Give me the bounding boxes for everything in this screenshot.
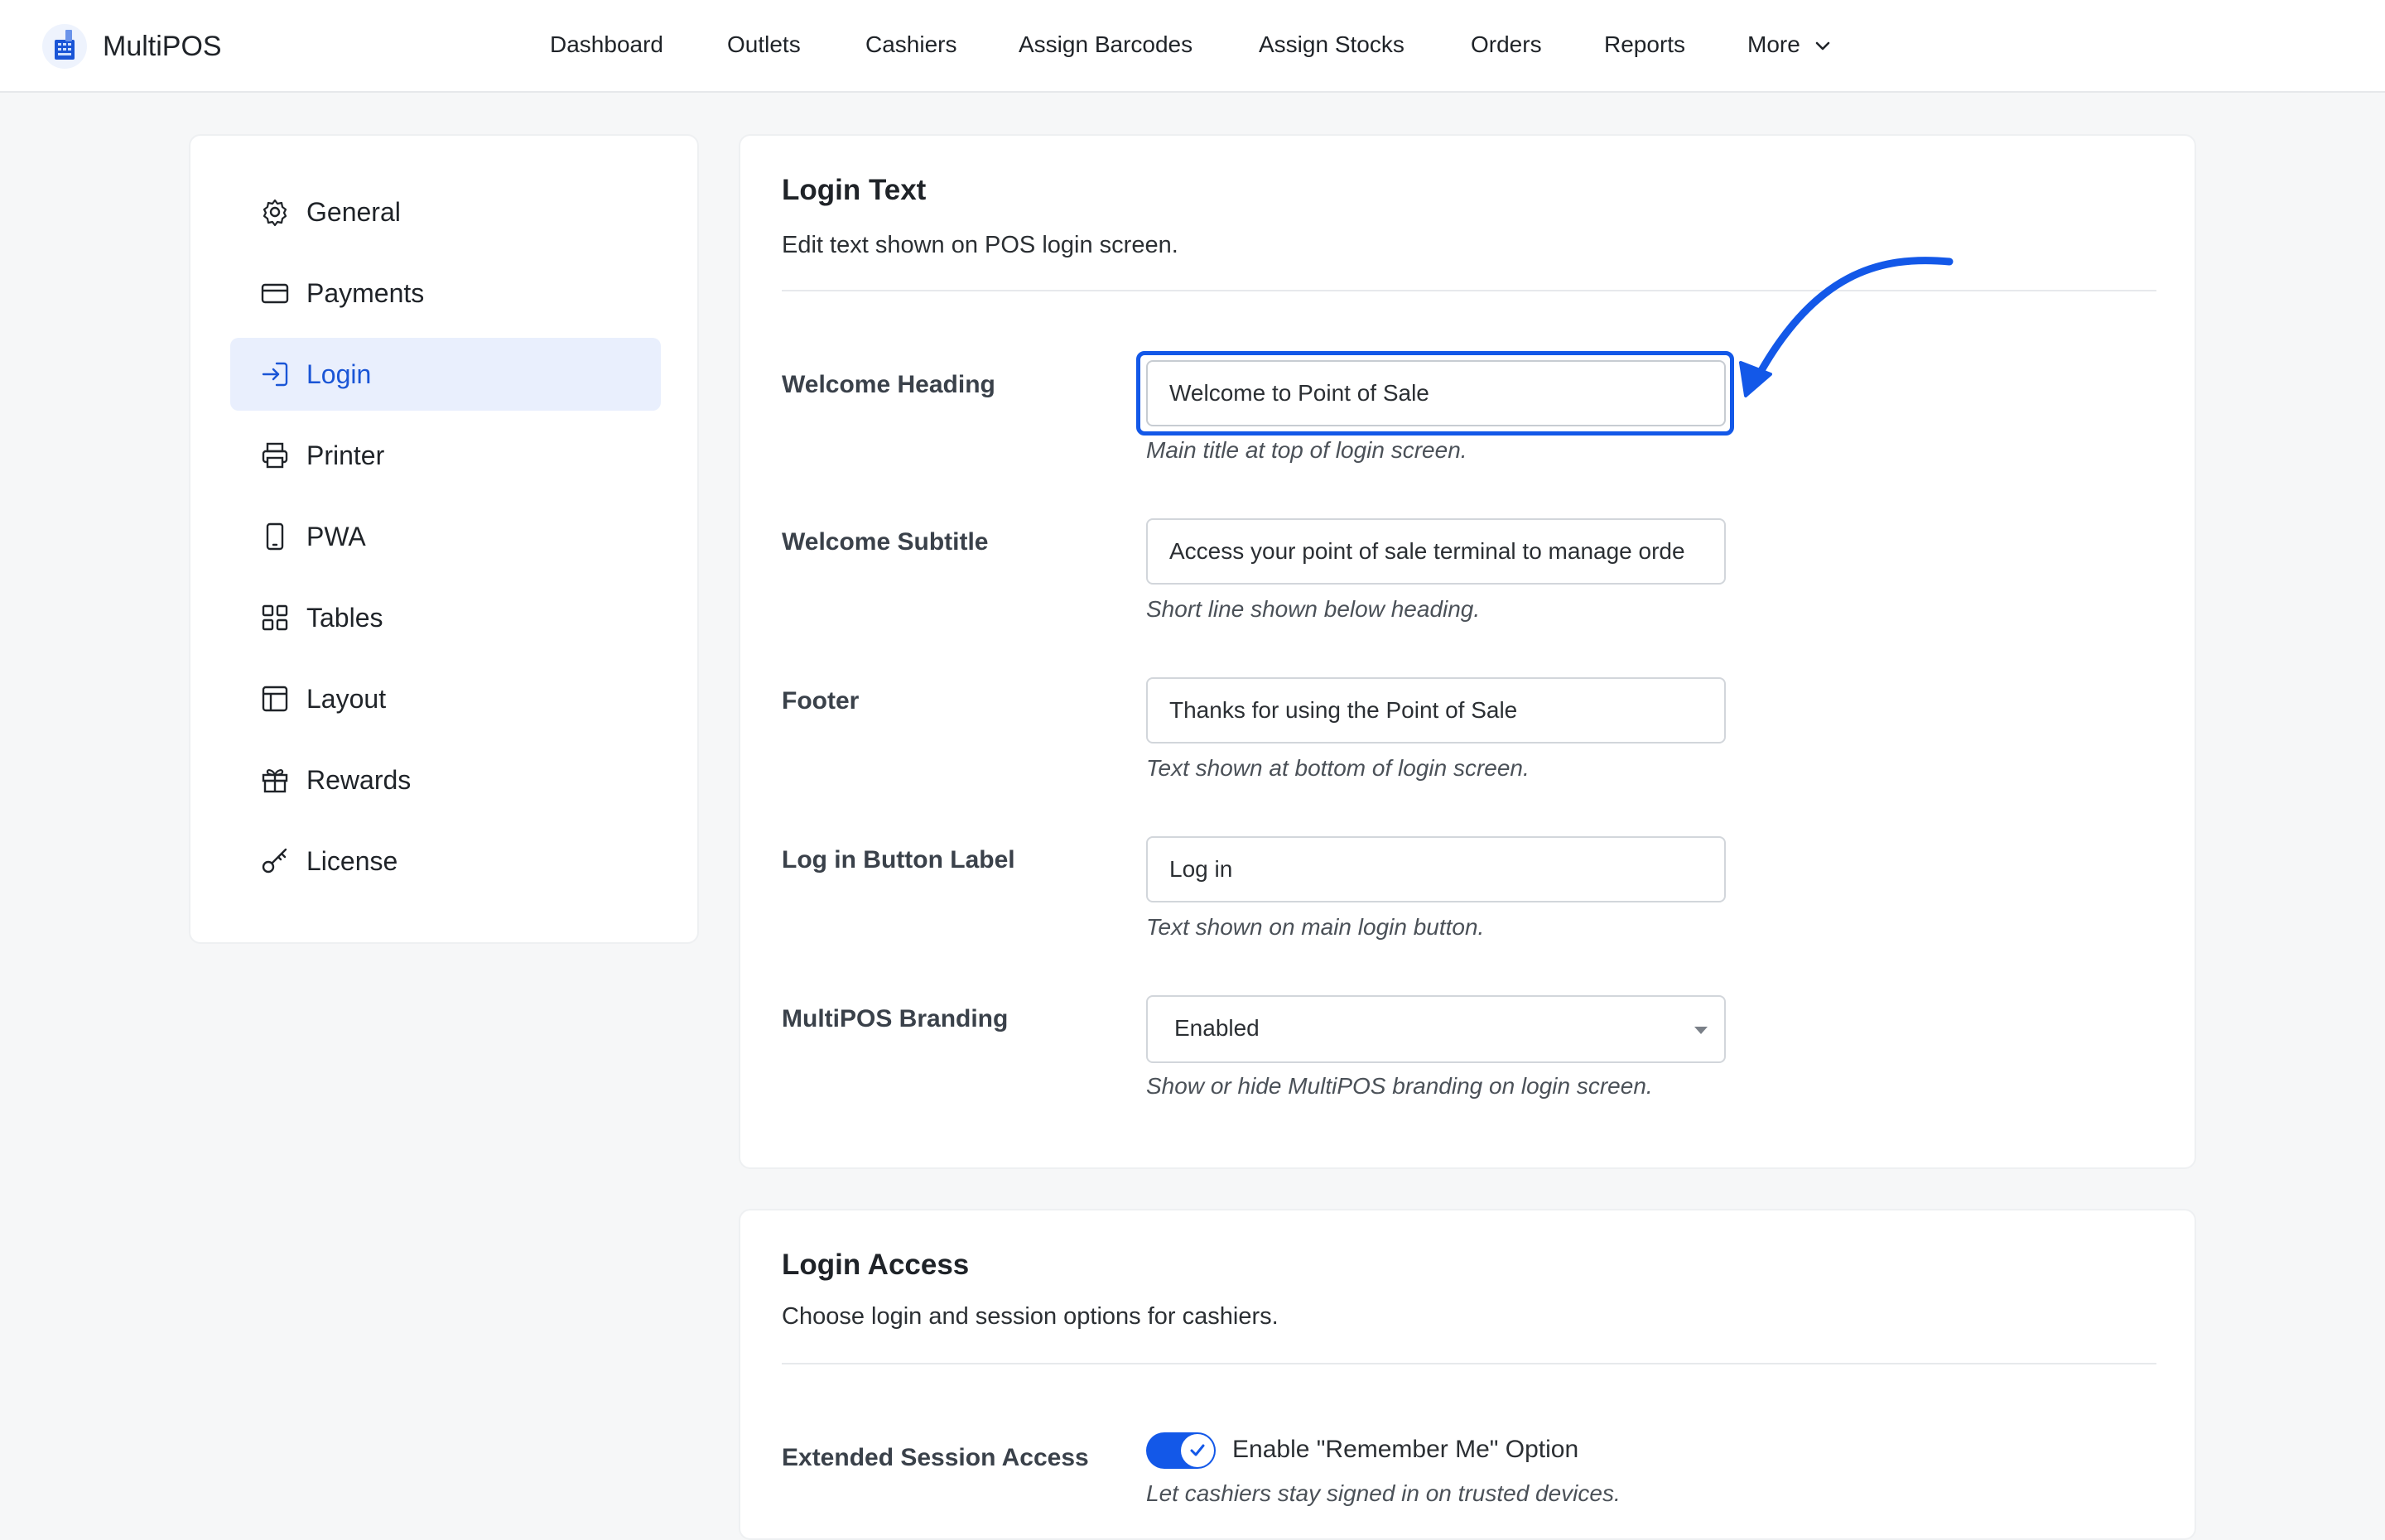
sidebar-item-label: Printer xyxy=(306,440,385,470)
sidebar-item-label: Tables xyxy=(306,602,383,633)
branding-label: MultiPOS Branding xyxy=(782,1005,1009,1032)
sidebar-item-login[interactable]: Login xyxy=(230,338,661,411)
login-access-card: Login Access Choose login and session op… xyxy=(739,1209,2196,1540)
sidebar-item-pwa[interactable]: PWA xyxy=(230,500,661,573)
sidebar-item-label: Payments xyxy=(306,277,425,308)
gear-icon xyxy=(263,199,287,227)
nav-orders[interactable]: Orders xyxy=(1471,31,1542,58)
credit-card-icon xyxy=(261,283,289,304)
brand[interactable]: MultiPOS xyxy=(41,22,222,71)
sidebar-item-label: License xyxy=(306,845,398,876)
gift-icon xyxy=(262,769,288,793)
nav-assign-stocks[interactable]: Assign Stocks xyxy=(1259,31,1404,58)
sidebar-item-label: Login xyxy=(306,359,372,389)
top-navbar: MultiPOS Dashboard Outlets Cashiers Assi… xyxy=(0,0,2385,93)
nav-more[interactable]: More xyxy=(1747,31,1832,58)
sidebar-item-label: General xyxy=(306,196,401,227)
welcome-heading-label: Welcome Heading xyxy=(782,371,995,398)
app-name: MultiPOS xyxy=(103,30,222,62)
card-description: Choose login and session options for cas… xyxy=(782,1303,1279,1330)
sidebar-item-general[interactable]: General xyxy=(230,176,661,248)
login-button-label-help: Text shown on main login button. xyxy=(1146,914,1485,940)
layout-icon xyxy=(262,686,288,712)
nav-assign-barcodes[interactable]: Assign Barcodes xyxy=(1019,31,1192,58)
settings-sidebar: General Payments Login Printer PWA Table… xyxy=(189,134,699,944)
nav-cashiers[interactable]: Cashiers xyxy=(865,31,956,58)
login-text-card: Login Text Edit text shown on POS login … xyxy=(739,134,2196,1169)
login-button-label-label: Log in Button Label xyxy=(782,846,1015,873)
branding-select[interactable]: Enabled xyxy=(1146,995,1726,1063)
welcome-heading-input[interactable] xyxy=(1146,360,1726,426)
printer-icon xyxy=(262,442,288,469)
multipos-logo-icon xyxy=(42,24,87,69)
card-description: Edit text shown on POS login screen. xyxy=(782,232,1178,258)
toggle-knob xyxy=(1181,1434,1214,1467)
nav-dashboard[interactable]: Dashboard xyxy=(550,31,663,58)
sidebar-item-tables[interactable]: Tables xyxy=(230,581,661,654)
login-button-label-input[interactable] xyxy=(1146,836,1726,902)
welcome-subtitle-help: Short line shown below heading. xyxy=(1146,596,1481,622)
remember-me-toggle[interactable] xyxy=(1146,1432,1216,1469)
extended-session-label: Extended Session Access xyxy=(782,1444,1089,1471)
key-icon xyxy=(262,848,287,873)
welcome-heading-help: Main title at top of login screen. xyxy=(1146,437,1467,463)
nav-more-label: More xyxy=(1747,31,1800,57)
sidebar-item-layout[interactable]: Layout xyxy=(230,662,661,735)
mobile-device-icon xyxy=(266,522,284,551)
card-title: Login Text xyxy=(782,174,927,206)
sidebar-item-label: Layout xyxy=(306,683,387,714)
login-icon xyxy=(262,362,288,387)
branding-help: Show or hide MultiPOS branding on login … xyxy=(1146,1073,1653,1099)
grid-icon xyxy=(262,604,288,631)
chevron-down-icon xyxy=(1815,41,1829,50)
divider xyxy=(782,1363,2156,1364)
sidebar-item-payments[interactable]: Payments xyxy=(230,257,661,330)
sidebar-item-rewards[interactable]: Rewards xyxy=(230,744,661,816)
extended-session-help: Let cashiers stay signed in on trusted d… xyxy=(1146,1480,1621,1506)
nav-reports[interactable]: Reports xyxy=(1604,31,1685,58)
check-icon xyxy=(1190,1444,1205,1456)
sidebar-item-label: PWA xyxy=(306,521,366,551)
footer-input[interactable] xyxy=(1146,677,1726,744)
welcome-subtitle-label: Welcome Subtitle xyxy=(782,528,989,556)
sidebar-item-label: Rewards xyxy=(306,764,412,795)
remember-me-label: Enable "Remember Me" Option xyxy=(1232,1436,1579,1463)
welcome-subtitle-input[interactable] xyxy=(1146,518,1726,585)
annotation-arrow-icon xyxy=(1739,257,1954,397)
nav-outlets[interactable]: Outlets xyxy=(727,31,801,58)
card-title: Login Access xyxy=(782,1249,970,1281)
branding-select-value: Enabled xyxy=(1174,1015,1260,1041)
sidebar-item-printer[interactable]: Printer xyxy=(230,419,661,492)
footer-label: Footer xyxy=(782,687,860,715)
footer-help: Text shown at bottom of login screen. xyxy=(1146,755,1530,781)
sidebar-item-license[interactable]: License xyxy=(230,825,661,898)
caret-down-icon xyxy=(1694,1027,1708,1034)
